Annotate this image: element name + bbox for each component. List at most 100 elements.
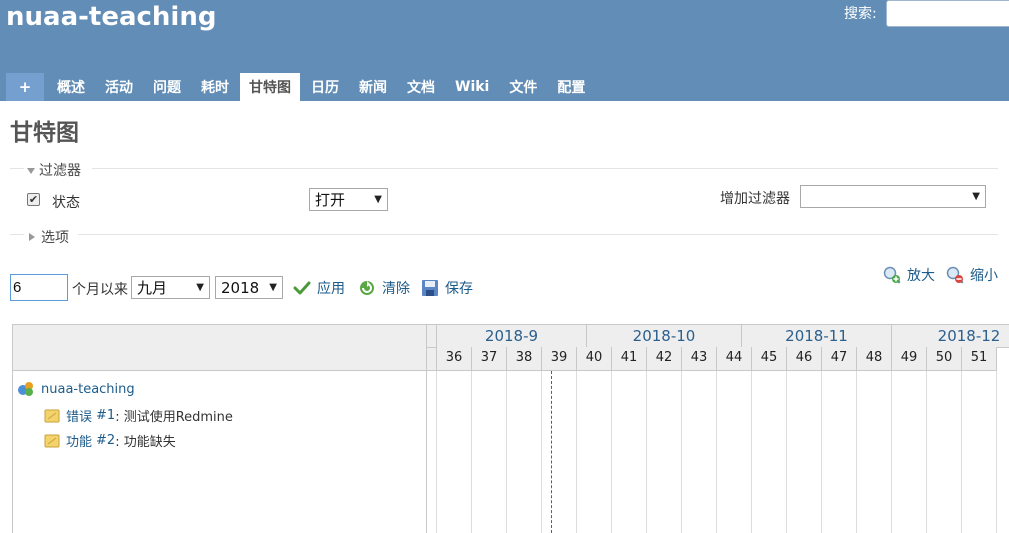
tab-files[interactable]: 文件 (500, 73, 546, 101)
issue-ticket-icon (44, 409, 60, 422)
gantt-week-gridline (786, 371, 787, 533)
gantt-week-header: 36 (437, 347, 472, 371)
issue-row[interactable]: 错误 #1 : 测试使用Redmine (44, 406, 233, 425)
gantt-chart-area: nuaa-teaching 错误 #1 : 测试使用Redmine 功能 #2 … (12, 324, 1009, 533)
gantt-week-gridline (506, 371, 507, 533)
reload-icon (360, 281, 374, 295)
filters-legend[interactable]: 过滤器 (27, 160, 81, 180)
add-filter-select[interactable]: ▼ (800, 185, 986, 208)
gantt-week-header: 50 (927, 347, 962, 371)
year-select-value: 2018 (221, 278, 260, 297)
gantt-week-gridline (716, 371, 717, 533)
issue-tracker[interactable]: 错误 (66, 406, 92, 425)
tab-overview[interactable]: 概述 (48, 73, 94, 101)
gantt-week-header: 41 (612, 347, 647, 371)
main-menu: + 概述 活动 问题 耗时 甘特图 日历 新闻 文档 Wiki 文件 配置 (6, 73, 596, 101)
expand-triangle-icon (29, 233, 35, 241)
issue-number[interactable]: #2 (96, 433, 115, 448)
tab-issues[interactable]: 问题 (144, 73, 190, 101)
search-label: 搜索: (844, 6, 877, 22)
clear-button[interactable]: 清除 (358, 278, 410, 298)
gantt-week-header: 47 (822, 347, 857, 371)
gantt-week-header: 45 (752, 347, 787, 371)
gantt-week-gridline (436, 371, 437, 533)
status-filter-label: 状态 (52, 195, 80, 211)
project-link[interactable]: nuaa-teaching (41, 382, 135, 397)
gantt-timeline: 2018-9 2018-10 2018-11 2018-12 36 37 38 39 40 41 4… (427, 324, 1009, 533)
gantt-week-header: 51 (962, 347, 997, 371)
issue-number[interactable]: #1 (96, 408, 115, 423)
gantt-month-header: 2018-9 (437, 324, 587, 348)
dropdown-arrow-icon: ▼ (196, 282, 204, 293)
gantt-month-header: 2018-11 (742, 324, 892, 348)
dropdown-arrow-icon: ▼ (269, 282, 277, 293)
dropdown-arrow-icon: ▼ (972, 191, 980, 202)
fieldset-divider (78, 234, 998, 235)
collapse-triangle-icon (27, 167, 35, 174)
filters-legend-label: 过滤器 (39, 163, 81, 179)
gantt-week-gridline (821, 371, 822, 533)
add-filter-label: 增加过滤器 (720, 191, 790, 207)
gantt-month-header (427, 324, 437, 348)
gantt-week-header: 43 (682, 347, 717, 371)
gantt-today-line (551, 371, 552, 533)
gantt-week-gridline (996, 371, 997, 533)
search-input[interactable] (886, 0, 1009, 27)
gantt-week-gridline (646, 371, 647, 533)
zoom-out-label: 缩小 (970, 268, 998, 284)
tab-settings[interactable]: 配置 (548, 73, 594, 101)
gantt-week-header: 44 (717, 347, 752, 371)
status-filter-checkbox[interactable]: ✔ (27, 193, 40, 206)
gantt-week-gridline (471, 371, 472, 533)
gantt-week-gridline (856, 371, 857, 533)
apply-label: 应用 (317, 281, 345, 297)
gantt-week-header: 48 (857, 347, 892, 371)
tab-wiki[interactable]: Wiki (446, 73, 498, 101)
gantt-week-gridline (751, 371, 752, 533)
fieldset-divider (92, 168, 998, 169)
zoom-in-label: 放大 (907, 268, 935, 284)
months-input[interactable] (10, 274, 68, 301)
gantt-week-header: 39 (542, 347, 577, 371)
fieldset-divider (10, 234, 24, 235)
gantt-week-header: 40 (577, 347, 612, 371)
gantt-week-gridline (681, 371, 682, 533)
gantt-subjects-column: nuaa-teaching 错误 #1 : 测试使用Redmine 功能 #2 … (12, 324, 427, 533)
save-label: 保存 (445, 281, 473, 297)
gantt-subjects-header (13, 325, 426, 371)
status-operator-select[interactable]: 打开 ▼ (309, 188, 388, 211)
gantt-month-header: 2018-10 (587, 324, 742, 348)
issue-row[interactable]: 功能 #2 : 功能缺失 (44, 431, 176, 450)
issue-ticket-icon (44, 434, 60, 447)
gantt-week-gridline (541, 371, 542, 533)
issue-tracker[interactable]: 功能 (66, 431, 92, 450)
gantt-week-header (427, 347, 437, 371)
tab-gantt[interactable]: 甘特图 (240, 73, 300, 101)
new-object-button[interactable]: + (6, 73, 44, 101)
issue-subject: : 测试使用Redmine (115, 410, 233, 425)
gantt-week-gridline (891, 371, 892, 533)
issue-subject: : 功能缺失 (115, 435, 176, 450)
checkmark-icon (293, 281, 311, 295)
project-title[interactable]: nuaa-teaching (6, 2, 216, 32)
apply-button[interactable]: 应用 (293, 278, 345, 298)
gantt-month-header: 2018-12 (892, 324, 1009, 348)
zoom-out-icon (946, 266, 964, 284)
status-operator-value: 打开 (315, 191, 346, 209)
gantt-week-header: 46 (787, 347, 822, 371)
options-legend[interactable]: 选项 (29, 227, 69, 247)
save-button[interactable]: 保存 (421, 278, 473, 298)
options-legend-label: 选项 (41, 230, 69, 246)
gantt-week-header: 42 (647, 347, 682, 371)
month-select[interactable]: 九月 ▼ (131, 276, 210, 299)
tab-activity[interactable]: 活动 (96, 73, 142, 101)
year-select[interactable]: 2018 ▼ (215, 276, 283, 299)
tab-spent-time[interactable]: 耗时 (192, 73, 238, 101)
tab-documents[interactable]: 文档 (398, 73, 444, 101)
tab-calendar[interactable]: 日历 (302, 73, 348, 101)
project-row[interactable]: nuaa-teaching (17, 381, 135, 397)
zoom-in-button[interactable]: 放大 (883, 265, 935, 285)
zoom-out-button[interactable]: 缩小 (946, 265, 998, 285)
gantt-week-header: 38 (507, 347, 542, 371)
tab-news[interactable]: 新闻 (350, 73, 396, 101)
